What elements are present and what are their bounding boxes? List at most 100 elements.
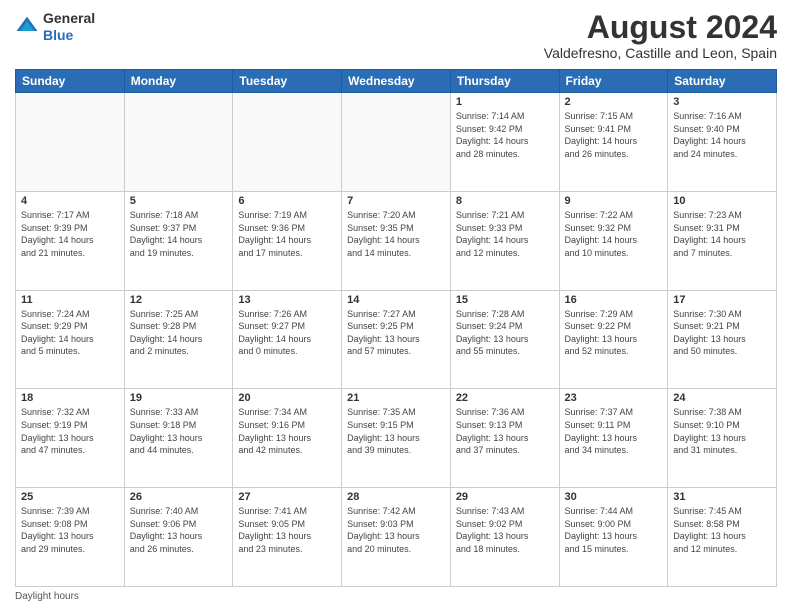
logo-blue: Blue	[43, 27, 95, 44]
calendar-cell: 28 Sunrise: 7:42 AM Sunset: 9:03 PM Dayli…	[342, 488, 451, 587]
header-day-saturday: Saturday	[668, 70, 777, 93]
day-number: 25	[21, 491, 119, 503]
calendar-cell: 29 Sunrise: 7:43 AM Sunset: 9:02 PM Dayli…	[450, 488, 559, 587]
day-info: Sunrise: 7:20 AM Sunset: 9:35 PM Dayligh…	[347, 209, 445, 259]
day-info: Sunrise: 7:14 AM Sunset: 9:42 PM Dayligh…	[456, 110, 554, 160]
day-number: 16	[565, 294, 663, 306]
day-info: Sunrise: 7:27 AM Sunset: 9:25 PM Dayligh…	[347, 308, 445, 358]
calendar-title: August 2024	[544, 10, 777, 45]
day-number: 17	[673, 294, 771, 306]
day-info: Sunrise: 7:44 AM Sunset: 9:00 PM Dayligh…	[565, 505, 663, 555]
logo-icon	[15, 15, 39, 39]
calendar-body: 1Sunrise: 7:14 AM Sunset: 9:42 PM Daylig…	[16, 93, 777, 587]
footer-daylight: Daylight hours	[15, 591, 777, 602]
calendar-cell: 30 Sunrise: 7:44 AM Sunset: 9:00 PM Dayli…	[559, 488, 668, 587]
day-info: Sunrise: 7:18 AM Sunset: 9:37 PM Dayligh…	[130, 209, 228, 259]
day-number: 13	[238, 294, 336, 306]
header-day-tuesday: Tuesday	[233, 70, 342, 93]
day-number: 14	[347, 294, 445, 306]
calendar-cell: 15 Sunrise: 7:28 AM Sunset: 9:24 PM Dayli…	[450, 290, 559, 389]
day-number: 19	[130, 392, 228, 404]
calendar-cell: 27Sunrise: 7:41 AM Sunset: 9:05 PM Dayli…	[233, 488, 342, 587]
calendar-cell: 26Sunrise: 7:40 AM Sunset: 9:06 PM Dayli…	[124, 488, 233, 587]
day-info: Sunrise: 7:23 AM Sunset: 9:31 PM Dayligh…	[673, 209, 771, 259]
day-info: Sunrise: 7:16 AM Sunset: 9:40 PM Dayligh…	[673, 110, 771, 160]
day-info: Sunrise: 7:43 AM Sunset: 9:02 PM Dayligh…	[456, 505, 554, 555]
title-block: August 2024 Valdefresno, Castille and Le…	[544, 10, 777, 61]
day-number: 28	[347, 491, 445, 503]
day-number: 31	[673, 491, 771, 503]
day-info: Sunrise: 7:30 AM Sunset: 9:21 PM Dayligh…	[673, 308, 771, 358]
calendar-cell: 4 Sunrise: 7:17 AM Sunset: 9:39 PM Daylig…	[16, 191, 125, 290]
day-info: Sunrise: 7:38 AM Sunset: 9:10 PM Dayligh…	[673, 406, 771, 456]
header-day-thursday: Thursday	[450, 70, 559, 93]
day-number: 30	[565, 491, 663, 503]
day-info: Sunrise: 7:17 AM Sunset: 9:39 PM Dayligh…	[21, 209, 119, 259]
day-info: Sunrise: 7:36 AM Sunset: 9:13 PM Dayligh…	[456, 406, 554, 456]
calendar-cell: 1Sunrise: 7:14 AM Sunset: 9:42 PM Daylig…	[450, 93, 559, 192]
calendar-cell	[342, 93, 451, 192]
calendar-table: SundayMondayTuesdayWednesdayThursdayFrid…	[15, 69, 777, 587]
calendar-cell: 9 Sunrise: 7:22 AM Sunset: 9:32 PM Daylig…	[559, 191, 668, 290]
day-number: 15	[456, 294, 554, 306]
calendar-cell: 19 Sunrise: 7:33 AM Sunset: 9:18 PM Dayli…	[124, 389, 233, 488]
day-number: 26	[130, 491, 228, 503]
day-number: 5	[130, 195, 228, 207]
calendar-cell: 3 Sunrise: 7:16 AM Sunset: 9:40 PM Daylig…	[668, 93, 777, 192]
day-info: Sunrise: 7:24 AM Sunset: 9:29 PM Dayligh…	[21, 308, 119, 358]
calendar-header: SundayMondayTuesdayWednesdayThursdayFrid…	[16, 70, 777, 93]
day-number: 23	[565, 392, 663, 404]
header: General Blue August 2024 Valdefresno, Ca…	[15, 10, 777, 61]
day-number: 24	[673, 392, 771, 404]
week-row-4: 25 Sunrise: 7:39 AM Sunset: 9:08 PM Dayli…	[16, 488, 777, 587]
day-number: 9	[565, 195, 663, 207]
header-row: SundayMondayTuesdayWednesdayThursdayFrid…	[16, 70, 777, 93]
calendar-cell: 22 Sunrise: 7:36 AM Sunset: 9:13 PM Dayli…	[450, 389, 559, 488]
day-info: Sunrise: 7:39 AM Sunset: 9:08 PM Dayligh…	[21, 505, 119, 555]
week-row-1: 4 Sunrise: 7:17 AM Sunset: 9:39 PM Daylig…	[16, 191, 777, 290]
week-row-2: 11 Sunrise: 7:24 AM Sunset: 9:29 PM Dayli…	[16, 290, 777, 389]
day-info: Sunrise: 7:34 AM Sunset: 9:16 PM Dayligh…	[238, 406, 336, 456]
day-info: Sunrise: 7:28 AM Sunset: 9:24 PM Dayligh…	[456, 308, 554, 358]
calendar-cell: 21Sunrise: 7:35 AM Sunset: 9:15 PM Dayli…	[342, 389, 451, 488]
day-info: Sunrise: 7:29 AM Sunset: 9:22 PM Dayligh…	[565, 308, 663, 358]
day-info: Sunrise: 7:35 AM Sunset: 9:15 PM Dayligh…	[347, 406, 445, 456]
calendar-cell: 18Sunrise: 7:32 AM Sunset: 9:19 PM Dayli…	[16, 389, 125, 488]
day-number: 2	[565, 96, 663, 108]
day-number: 29	[456, 491, 554, 503]
calendar-cell: 16 Sunrise: 7:29 AM Sunset: 9:22 PM Dayli…	[559, 290, 668, 389]
calendar-cell: 20 Sunrise: 7:34 AM Sunset: 9:16 PM Dayli…	[233, 389, 342, 488]
day-number: 22	[456, 392, 554, 404]
calendar-cell	[16, 93, 125, 192]
day-number: 18	[21, 392, 119, 404]
day-number: 3	[673, 96, 771, 108]
calendar-cell: 17 Sunrise: 7:30 AM Sunset: 9:21 PM Dayli…	[668, 290, 777, 389]
logo-general: General	[43, 10, 95, 27]
day-number: 8	[456, 195, 554, 207]
day-info: Sunrise: 7:22 AM Sunset: 9:32 PM Dayligh…	[565, 209, 663, 259]
header-day-monday: Monday	[124, 70, 233, 93]
calendar-cell: 25 Sunrise: 7:39 AM Sunset: 9:08 PM Dayli…	[16, 488, 125, 587]
week-row-0: 1Sunrise: 7:14 AM Sunset: 9:42 PM Daylig…	[16, 93, 777, 192]
calendar-cell: 14 Sunrise: 7:27 AM Sunset: 9:25 PM Dayli…	[342, 290, 451, 389]
calendar-cell: 12Sunrise: 7:25 AM Sunset: 9:28 PM Dayli…	[124, 290, 233, 389]
day-info: Sunrise: 7:19 AM Sunset: 9:36 PM Dayligh…	[238, 209, 336, 259]
day-number: 4	[21, 195, 119, 207]
page: General Blue August 2024 Valdefresno, Ca…	[0, 0, 792, 612]
calendar-cell: 2Sunrise: 7:15 AM Sunset: 9:41 PM Daylig…	[559, 93, 668, 192]
calendar-cell: 13 Sunrise: 7:26 AM Sunset: 9:27 PM Dayli…	[233, 290, 342, 389]
calendar-cell: 10Sunrise: 7:23 AM Sunset: 9:31 PM Dayli…	[668, 191, 777, 290]
calendar-subtitle: Valdefresno, Castille and Leon, Spain	[544, 45, 777, 61]
day-info: Sunrise: 7:37 AM Sunset: 9:11 PM Dayligh…	[565, 406, 663, 456]
day-info: Sunrise: 7:33 AM Sunset: 9:18 PM Dayligh…	[130, 406, 228, 456]
calendar-cell: 8Sunrise: 7:21 AM Sunset: 9:33 PM Daylig…	[450, 191, 559, 290]
day-number: 6	[238, 195, 336, 207]
day-info: Sunrise: 7:42 AM Sunset: 9:03 PM Dayligh…	[347, 505, 445, 555]
header-day-wednesday: Wednesday	[342, 70, 451, 93]
day-number: 20	[238, 392, 336, 404]
day-info: Sunrise: 7:26 AM Sunset: 9:27 PM Dayligh…	[238, 308, 336, 358]
calendar-cell: 5 Sunrise: 7:18 AM Sunset: 9:37 PM Daylig…	[124, 191, 233, 290]
calendar-cell	[124, 93, 233, 192]
day-number: 27	[238, 491, 336, 503]
day-number: 11	[21, 294, 119, 306]
